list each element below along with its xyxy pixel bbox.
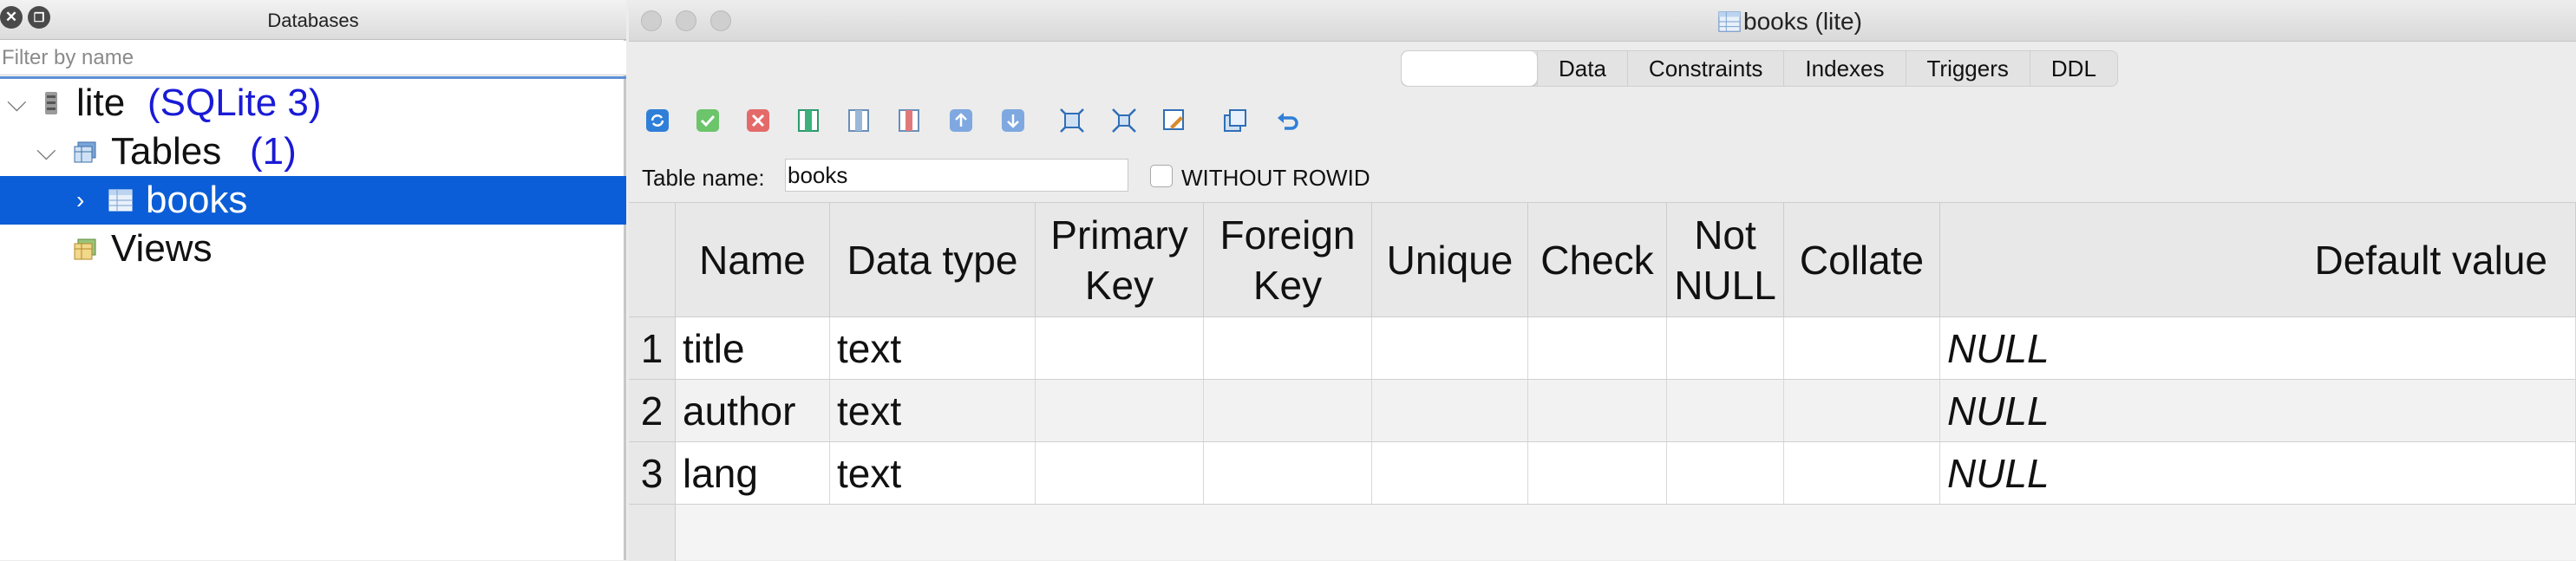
cell-not-null[interactable] [1667, 442, 1784, 505]
database-icon [45, 92, 57, 114]
table-name-label: Table name: [642, 165, 765, 191]
cell-check[interactable] [1528, 317, 1667, 380]
row-number[interactable]: 1 [629, 317, 676, 380]
tab-triggers[interactable]: Triggers [1905, 51, 2030, 86]
cell-check[interactable] [1528, 442, 1667, 505]
without-rowid-label: WITHOUT ROWID [1181, 165, 1370, 191]
column-header-collate[interactable]: Collate [1784, 203, 1940, 317]
window-title: books (lite) [1717, 8, 1862, 36]
cell-primary-key[interactable] [1036, 380, 1204, 442]
column-header-check[interactable]: Check [1528, 203, 1667, 317]
tables-label: Tables [111, 130, 222, 173]
tree-item-tables[interactable]: ⌵ Tables (1) [0, 127, 626, 176]
panel-title: Databases [267, 10, 359, 31]
databases-panel: ✕ ❐ Databases ⌵ lite (SQLite 3) ⌵ [0, 0, 626, 560]
without-rowid-checkbox[interactable] [1150, 165, 1173, 187]
table-name-input[interactable] [785, 159, 1128, 192]
editor-tabs: Data Constraints Indexes Triggers DDL [1401, 50, 2118, 87]
cell-name[interactable]: lang [676, 442, 830, 505]
column-header-foreign-key[interactable]: Foreign Key [1204, 203, 1372, 317]
cell-name[interactable]: author [676, 380, 830, 442]
row-number[interactable]: 3 [629, 442, 676, 505]
tables-folder-icon [74, 141, 96, 163]
columns-grid: Name Data type Primary Key Foreign Key U… [629, 202, 2576, 561]
cell-collate[interactable] [1784, 380, 1940, 442]
cell-default-value[interactable]: NULL [1940, 442, 2576, 505]
cell-collate[interactable] [1784, 442, 1940, 505]
cell-unique[interactable] [1372, 380, 1528, 442]
shrink-columns-icon[interactable] [1111, 108, 1137, 134]
chevron-right-icon[interactable]: › [76, 176, 84, 225]
tab-indexes[interactable]: Indexes [1783, 51, 1905, 86]
column-header-default-value[interactable]: Default value [1940, 203, 2576, 317]
cell-default-value[interactable]: NULL [1940, 380, 2576, 442]
minimize-window-button[interactable] [676, 10, 696, 31]
table-icon [108, 189, 133, 212]
database-type: (SQLite 3) [147, 82, 322, 124]
tab-constraints[interactable]: Constraints [1626, 51, 1784, 86]
cell-collate[interactable] [1784, 317, 1940, 380]
tree-item-books[interactable]: › books [0, 176, 626, 225]
cell-data-type[interactable]: text [830, 317, 1036, 380]
cell-unique[interactable] [1372, 442, 1528, 505]
cell-not-null[interactable] [1667, 317, 1784, 380]
cell-check[interactable] [1528, 380, 1667, 442]
tab-ddl[interactable]: DDL [2029, 51, 2117, 86]
tree-item-views[interactable]: Views [0, 225, 626, 273]
table-editor-window: books (lite) Data Constraints Indexes Tr… [629, 0, 2576, 561]
column-header-not-null[interactable]: Not NULL [1667, 203, 1784, 317]
database-name: lite [76, 82, 126, 124]
cell-not-null[interactable] [1667, 380, 1784, 442]
tree-item-database[interactable]: ⌵ lite (SQLite 3) [0, 79, 626, 127]
views-icon [74, 238, 96, 260]
cell-data-type[interactable]: text [830, 442, 1036, 505]
move-up-icon[interactable] [948, 108, 974, 134]
chevron-down-icon[interactable]: ⌵ [36, 127, 56, 176]
chevron-down-icon[interactable]: ⌵ [7, 79, 27, 127]
cell-unique[interactable] [1372, 317, 1528, 380]
column-header-name[interactable]: Name [676, 203, 830, 317]
tab-data[interactable]: Data [1537, 51, 1627, 86]
zoom-window-button[interactable] [710, 10, 731, 31]
cancel-icon[interactable] [745, 108, 771, 134]
filter-input[interactable] [0, 41, 626, 75]
insert-column-icon[interactable] [846, 108, 872, 134]
column-header-data-type[interactable]: Data type [830, 203, 1036, 317]
copy-icon[interactable] [1222, 108, 1248, 134]
undo-icon[interactable] [1274, 108, 1300, 134]
table-icon [1718, 11, 1741, 32]
views-label: Views [111, 227, 212, 270]
row-header-empty [629, 505, 676, 561]
cell-primary-key[interactable] [1036, 317, 1204, 380]
window-title-bar: books (lite) [629, 0, 2576, 42]
cell-name[interactable]: title [676, 317, 830, 380]
close-window-button[interactable] [641, 10, 662, 31]
column-header-primary-key[interactable]: Primary Key [1036, 203, 1204, 317]
cell-foreign-key[interactable] [1204, 317, 1372, 380]
cell-foreign-key[interactable] [1204, 380, 1372, 442]
panel-title-bar: ✕ ❐ Databases [0, 0, 626, 40]
database-tree: ⌵ lite (SQLite 3) ⌵ Tables (1) › books V… [0, 76, 626, 560]
delete-column-icon[interactable] [896, 108, 922, 134]
apply-icon[interactable] [695, 108, 721, 134]
edit-icon[interactable] [1161, 108, 1187, 134]
column-header-unique[interactable]: Unique [1372, 203, 1528, 317]
move-down-icon[interactable] [1000, 108, 1026, 134]
tables-count: (1) [250, 130, 297, 173]
cell-foreign-key[interactable] [1204, 442, 1372, 505]
cell-default-value[interactable]: NULL [1940, 317, 2576, 380]
add-column-icon[interactable] [795, 108, 821, 134]
row-number[interactable]: 2 [629, 380, 676, 442]
cell-data-type[interactable]: text [830, 380, 1036, 442]
tab-structure[interactable] [1402, 51, 1537, 86]
corner-header [629, 203, 676, 317]
window-title-text: books (lite) [1743, 8, 1862, 35]
table-name: books [146, 179, 248, 221]
refresh-icon[interactable] [644, 108, 670, 134]
cell-primary-key[interactable] [1036, 442, 1204, 505]
fit-columns-icon[interactable] [1059, 108, 1085, 134]
